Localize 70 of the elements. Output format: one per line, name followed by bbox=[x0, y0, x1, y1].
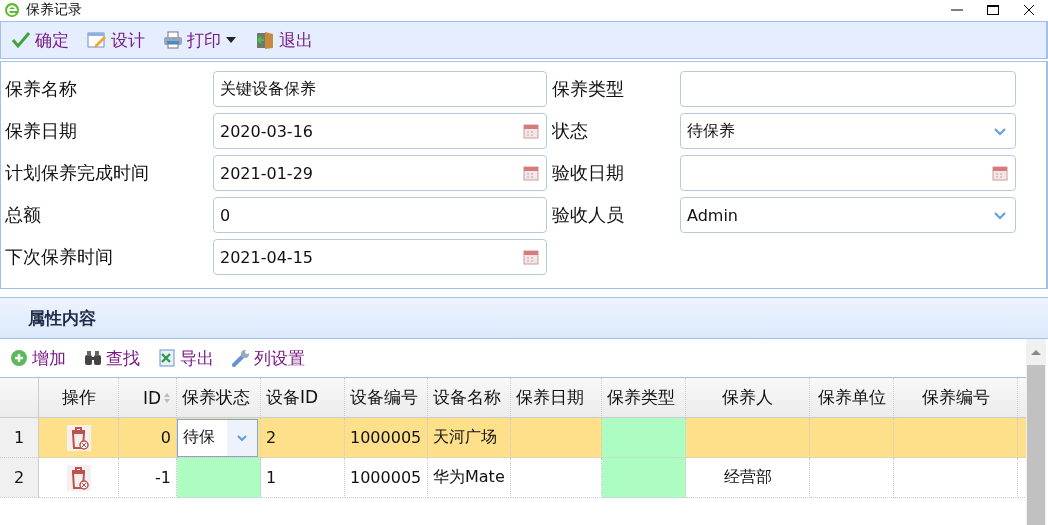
field-label: 状态 bbox=[551, 119, 589, 143]
close-icon[interactable] bbox=[1022, 3, 1036, 17]
toolbar-button[interactable]: 确定 bbox=[7, 26, 73, 54]
grid-toolbar-button[interactable]: 增加 bbox=[6, 344, 70, 372]
field-label: 计划保养完成时间 bbox=[4, 161, 150, 185]
table-cell: 天河广场 bbox=[428, 418, 511, 458]
table-cell: 1000005 bbox=[345, 418, 428, 458]
row-number-header bbox=[0, 378, 39, 418]
date-field[interactable] bbox=[680, 155, 1016, 191]
calendar-icon[interactable] bbox=[991, 164, 1009, 182]
door-icon bbox=[255, 31, 275, 49]
wrench-icon bbox=[232, 349, 250, 367]
date-field[interactable]: 2021-01-29 bbox=[213, 155, 547, 191]
column-header[interactable]: 设备名称 bbox=[428, 378, 511, 418]
delete-trash-icon[interactable] bbox=[66, 464, 91, 491]
table-cell: 经营部 bbox=[686, 458, 810, 498]
column-header[interactable]: 保养单位 bbox=[810, 378, 894, 418]
input-field[interactable]: 关键设备保养 bbox=[213, 71, 547, 107]
column-header[interactable]: 设备编号 bbox=[345, 378, 428, 418]
table-cell: 1000005 bbox=[345, 458, 428, 498]
scroll-up-icon[interactable] bbox=[1029, 347, 1043, 357]
field-label: 下次保养时间 bbox=[4, 245, 114, 269]
calendar-icon[interactable] bbox=[522, 164, 540, 182]
table-cell: 华为Mate bbox=[428, 458, 511, 498]
input-field[interactable]: 0 bbox=[213, 197, 547, 233]
grid-toolbar-button[interactable]: 查找 bbox=[80, 344, 144, 372]
toolbar-button[interactable]: 退出 bbox=[251, 26, 317, 54]
scrollbar-thumb[interactable] bbox=[1027, 365, 1045, 525]
toolbar-button[interactable]: 设计 bbox=[83, 26, 149, 54]
window-title: 保养记录 bbox=[26, 1, 82, 19]
column-header[interactable]: 操作 bbox=[39, 378, 119, 418]
app-logo-icon bbox=[4, 2, 20, 18]
field-label: 验收日期 bbox=[551, 161, 625, 185]
field-label: 总额 bbox=[4, 203, 42, 227]
date-field[interactable]: 2021-04-15 bbox=[213, 239, 547, 275]
toolbar-button[interactable]: 打印 bbox=[159, 26, 241, 54]
column-header[interactable]: 设备ID bbox=[261, 378, 345, 418]
delete-trash-icon[interactable] bbox=[66, 424, 91, 451]
calendar-icon[interactable] bbox=[522, 122, 540, 140]
calendar-icon[interactable] bbox=[522, 248, 540, 266]
input-field[interactable] bbox=[680, 71, 1016, 107]
plus-circle-icon bbox=[10, 349, 28, 367]
section-title: 属性内容 bbox=[28, 306, 96, 330]
column-header[interactable]: 保养状态 bbox=[177, 378, 261, 418]
column-header[interactable]: 保养编号 bbox=[894, 378, 1018, 418]
field-label: 保养类型 bbox=[551, 77, 625, 101]
status-dropdown[interactable]: 待保 bbox=[177, 418, 258, 457]
field-label: 验收人员 bbox=[551, 203, 625, 227]
binoculars-icon bbox=[84, 349, 102, 367]
select-field[interactable]: Admin bbox=[680, 197, 1016, 233]
maximize-icon[interactable] bbox=[986, 3, 1000, 17]
table-cell: 1 bbox=[261, 458, 345, 498]
row-number: 2 bbox=[0, 458, 39, 498]
checkmark-icon bbox=[11, 31, 31, 49]
row-number: 1 bbox=[0, 418, 39, 458]
table-cell: 2 bbox=[261, 418, 345, 458]
column-header[interactable]: 保养日期 bbox=[511, 378, 602, 418]
date-field[interactable]: 2020-03-16 bbox=[213, 113, 547, 149]
pencil-icon bbox=[87, 31, 107, 49]
column-header[interactable]: 保养类型 bbox=[602, 378, 686, 418]
select-field[interactable]: 待保养 bbox=[680, 113, 1016, 149]
column-header[interactable]: 保养人 bbox=[686, 378, 810, 418]
spreadsheet-icon bbox=[158, 349, 176, 367]
grid-toolbar-button[interactable]: 列设置 bbox=[228, 344, 309, 372]
column-header[interactable]: ID bbox=[119, 378, 177, 418]
scrollbar[interactable] bbox=[1026, 339, 1046, 525]
field-label: 保养日期 bbox=[4, 119, 78, 143]
field-label: 保养名称 bbox=[4, 77, 78, 101]
grid-toolbar-button[interactable]: 导出 bbox=[154, 344, 218, 372]
printer-icon bbox=[163, 31, 183, 49]
